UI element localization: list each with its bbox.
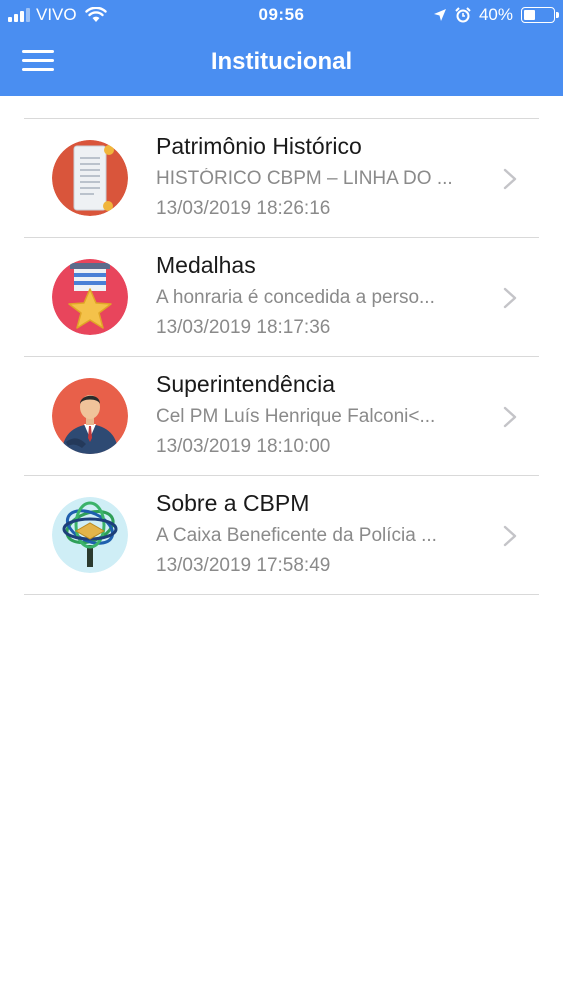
scroll-icon: [52, 140, 128, 216]
item-subtitle: HISTÓRICO CBPM – LINHA DO ...: [156, 168, 453, 189]
item-subtitle: A Caixa Beneficente da Polícia ...: [156, 525, 437, 546]
cbpm-tree-logo-icon: [52, 497, 128, 573]
list-item-medalhas[interactable]: Medalhas A honraria é concedida a perso.…: [24, 238, 539, 357]
app-bar: VIVO 09:56 40% Institucional: [0, 0, 563, 96]
item-date: 13/03/2019 18:10:00: [156, 436, 331, 457]
chevron-right-icon: [503, 168, 517, 190]
institutional-list: Patrimônio Histórico HISTÓRICO CBPM – LI…: [24, 118, 539, 595]
page-title: Institucional: [210, 48, 353, 75]
item-date: 13/03/2019 18:26:16: [156, 198, 331, 219]
item-date: 13/03/2019 18:17:36: [156, 317, 331, 338]
navigation-bar: Institucional: [0, 32, 563, 96]
location-icon: [433, 9, 446, 21]
list-item-patrimonio-historico[interactable]: Patrimônio Histórico HISTÓRICO CBPM – LI…: [24, 119, 539, 238]
status-bar: VIVO 09:56 40%: [0, 0, 563, 32]
battery-percent: 40%: [478, 5, 513, 24]
list-item-superintendencia[interactable]: Superintendência Cel PM Luís Henrique Fa…: [24, 357, 539, 476]
chevron-right-icon: [503, 525, 517, 547]
item-subtitle: A honraria é concedida a perso...: [156, 287, 435, 308]
battery-icon: [521, 7, 559, 23]
medal-icon: [52, 259, 128, 335]
item-title: Sobre a CBPM: [156, 490, 310, 516]
list-item-sobre-a-cbpm[interactable]: Sobre a CBPM A Caixa Beneficente da Polí…: [24, 476, 539, 595]
item-title: Superintendência: [156, 371, 336, 397]
chevron-right-icon: [503, 406, 517, 428]
chevron-right-icon: [503, 287, 517, 309]
alarm-icon: [455, 7, 471, 23]
item-title: Medalhas: [156, 252, 256, 278]
item-date: 13/03/2019 17:58:49: [156, 555, 331, 576]
item-subtitle: Cel PM Luís Henrique Falconi<...: [156, 406, 436, 427]
businessman-icon: [52, 378, 128, 454]
item-title: Patrimônio Histórico: [156, 133, 362, 159]
status-right: 40%: [433, 5, 559, 25]
